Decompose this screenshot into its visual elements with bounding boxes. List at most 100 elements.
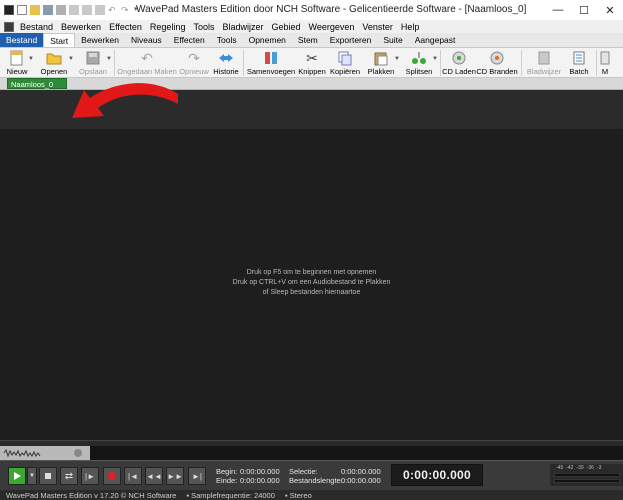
tab-effecten[interactable]: Effecten — [168, 33, 211, 47]
open-folder-icon — [45, 50, 63, 66]
status-samplerate: ▪ Samplefrequentie: 24000 — [186, 490, 275, 500]
fast-forward-icon: ►► — [167, 471, 183, 481]
split-icon — [410, 50, 428, 66]
window-controls: — ☐ ✕ — [545, 0, 623, 20]
paste-button[interactable]: Plakken ▼ — [362, 48, 400, 78]
level-meter: -45 -42 -39 -36 -3 — [550, 464, 623, 486]
ribbon-separator — [521, 50, 522, 76]
copy-button[interactable]: Kopiëren — [328, 48, 362, 78]
new-button[interactable]: Nieuw ▼ — [0, 48, 34, 78]
close-icon[interactable]: ✕ — [597, 0, 623, 20]
document-tab[interactable]: Naamloos_0 — [7, 78, 67, 89]
status-channels: ▪ Stereo — [284, 490, 312, 500]
bookmark-button[interactable]: Bladwijzer — [524, 48, 564, 78]
hint-line: of Sleep bestanden hiernaartoe — [262, 289, 361, 296]
cd-burn-button[interactable]: CD Branden — [475, 48, 519, 78]
scissors-icon: ✂ — [306, 49, 318, 66]
transport-bar: ▼ ⇄ |► |◄ ◄◄ ►► ►| Begin: 0:00:00.000 Ein… — [0, 460, 623, 490]
menu-bar: Bestand Bewerken Effecten Regeling Tools… — [0, 20, 623, 33]
cut-icon[interactable] — [69, 5, 79, 15]
minimize-icon[interactable]: — — [545, 0, 571, 20]
new-file-icon[interactable] — [17, 5, 27, 15]
print-icon[interactable] — [56, 5, 66, 15]
tab-niveaus[interactable]: Niveaus — [125, 33, 168, 47]
chevron-down-icon[interactable]: ▼ — [106, 56, 112, 62]
menu-effecten[interactable]: Effecten — [105, 22, 146, 32]
tab-start[interactable]: Start — [43, 33, 76, 47]
record-button[interactable] — [103, 467, 121, 485]
window-title: WavePad Masters Edition door NCH Softwar… — [136, 4, 527, 15]
waveform-area[interactable]: Druk op F5 om te beginnen met opnemen Dr… — [0, 130, 623, 440]
tab-exporteren[interactable]: Exporteren — [324, 33, 378, 47]
copy-icon — [336, 50, 354, 66]
play-marker-icon: |► — [85, 471, 95, 481]
menu-venster[interactable]: Venster — [358, 22, 397, 32]
paste-icon[interactable] — [95, 5, 105, 15]
rewind-button[interactable]: ◄◄ — [145, 467, 163, 485]
undo-icon[interactable]: ↶ — [108, 5, 118, 15]
play-icon — [14, 472, 21, 480]
position-info: Begin: 0:00:00.000 Einde: 0:00:00.000 — [216, 467, 280, 485]
more-icon — [596, 50, 614, 66]
selection-label: Selectie: — [289, 467, 318, 476]
play-button[interactable] — [8, 467, 26, 485]
tab-opnemen[interactable]: Opnemen — [243, 33, 292, 47]
play-to-end-button[interactable]: |► — [81, 467, 99, 485]
copy-icon[interactable] — [82, 5, 92, 15]
begin-value: 0:00:00.000 — [240, 467, 280, 476]
loop-button[interactable]: ⇄ — [60, 467, 78, 485]
menu-regeling[interactable]: Regeling — [146, 22, 190, 32]
menu-weergeven[interactable]: Weergeven — [305, 22, 359, 32]
tab-suite[interactable]: Suite — [377, 33, 408, 47]
cd-load-button[interactable]: CD Laden — [442, 48, 476, 78]
begin-label: Begin: — [216, 467, 238, 476]
cd-load-icon — [450, 50, 468, 66]
menu-help[interactable]: Help — [397, 22, 424, 32]
zoom-bar[interactable] — [0, 446, 90, 460]
skip-end-button[interactable]: ►| — [188, 467, 206, 485]
maximize-icon[interactable]: ☐ — [571, 0, 597, 20]
stop-button[interactable] — [39, 467, 57, 485]
title-bar: ↶ ↷ ▾ WavePad Masters Edition door NCH S… — [0, 0, 623, 20]
selection-value: 0:00:00.000 — [341, 467, 381, 476]
ribbon-separator — [243, 50, 244, 76]
tab-bewerken[interactable]: Bewerken — [75, 33, 125, 47]
tab-tools[interactable]: Tools — [211, 33, 243, 47]
cut-button[interactable]: ✂ Knippen — [296, 48, 328, 78]
split-button[interactable]: Splitsen ▼ — [400, 48, 438, 78]
undo-icon: ↶ — [141, 49, 153, 66]
menu-bestand[interactable]: Bestand — [16, 22, 57, 32]
more-button[interactable]: M — [599, 48, 611, 78]
save-disk-icon[interactable] — [43, 5, 53, 15]
zoom-waveform-icon — [3, 448, 82, 458]
record-icon — [108, 472, 116, 480]
app-logo-icon — [4, 5, 14, 15]
open-folder-icon[interactable] — [30, 5, 40, 15]
history-icon — [217, 50, 235, 66]
meter-scale: -45 -42 -39 -36 -3 — [556, 465, 602, 471]
tab-bestand[interactable]: Bestand — [0, 33, 44, 47]
menu-bewerken[interactable]: Bewerken — [57, 22, 105, 32]
meter-left-channel — [554, 473, 620, 477]
tab-stem[interactable]: Stem — [292, 33, 324, 47]
menu-tools[interactable]: Tools — [189, 22, 218, 32]
end-value: 0:00:00.000 — [240, 476, 280, 485]
file-length-label: Bestandslengte: — [289, 476, 343, 485]
play-options-button[interactable]: ▼ — [27, 467, 37, 485]
rewind-start-button[interactable]: |◄ — [124, 467, 142, 485]
redo-icon[interactable]: ↷ — [121, 5, 131, 15]
hint-line: Druk op CTRL+V om een Audiobestand te Pl… — [232, 279, 391, 286]
cd-burn-icon — [488, 50, 506, 66]
fast-forward-button[interactable]: ►► — [166, 467, 184, 485]
merge-button[interactable]: Samenvoegen — [246, 48, 296, 78]
batch-button[interactable]: Batch — [564, 48, 594, 78]
redo-button[interactable]: ↷ Opnieuw — [177, 48, 211, 78]
menu-gebied[interactable]: Gebied — [267, 22, 304, 32]
stop-icon — [45, 473, 51, 479]
tab-aangepast[interactable]: Aangepast — [409, 33, 462, 47]
chevron-down-icon[interactable]: ▼ — [432, 56, 438, 62]
app-menu-icon[interactable] — [4, 21, 14, 32]
menu-bladwijzer[interactable]: Bladwijzer — [218, 22, 267, 32]
new-file-icon — [8, 50, 26, 66]
history-button[interactable]: Historie — [211, 48, 241, 78]
